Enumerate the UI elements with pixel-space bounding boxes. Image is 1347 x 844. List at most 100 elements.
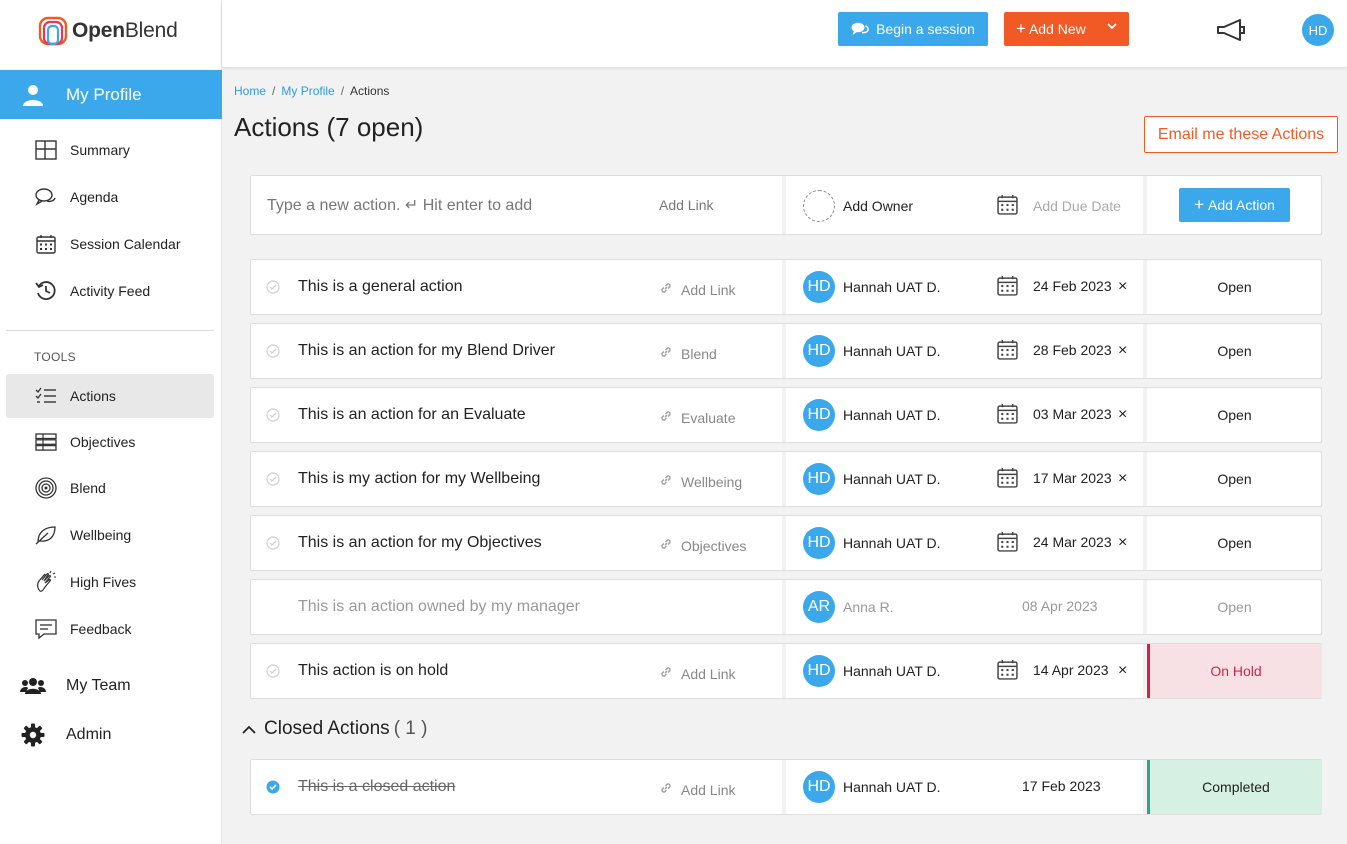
action-title[interactable]: This is an action for my Objectives [298, 534, 542, 552]
complete-check-icon[interactable] [266, 344, 280, 358]
due-date[interactable]: 24 Mar 2023 [1033, 534, 1112, 550]
complete-check-icon[interactable] [266, 280, 280, 294]
calendar-icon[interactable] [997, 403, 1018, 429]
owner-name[interactable]: Hannah UAT D. [843, 779, 941, 795]
megaphone-icon[interactable] [1216, 18, 1246, 47]
new-action-input[interactable]: Type a new action. ↵ Hit enter to add [267, 195, 532, 215]
action-title[interactable]: This is an action owned by my manager [298, 598, 580, 616]
complete-check-icon[interactable] [266, 536, 280, 550]
status-badge[interactable]: Open [1147, 260, 1322, 314]
email-actions-button[interactable]: Email me these Actions [1144, 116, 1338, 153]
status-badge[interactable]: Open [1147, 324, 1322, 378]
status-badge[interactable]: Open [1147, 452, 1322, 506]
add-owner-label[interactable]: Add Owner [843, 198, 913, 214]
add-action-button[interactable]: + Add Action [1179, 188, 1290, 222]
chevron-down-icon[interactable] [1107, 21, 1117, 33]
sidebar-item-actions[interactable]: Actions [6, 374, 214, 418]
complete-check-icon[interactable] [266, 408, 280, 422]
sidebar-my-profile-label: My Profile [66, 84, 142, 104]
action-link[interactable]: Blend [659, 345, 717, 362]
link-icon [659, 281, 681, 298]
sidebar-my-team-label: My Team [66, 677, 131, 694]
begin-session-button[interactable]: Begin a session [838, 12, 988, 46]
sidebar-item-summary[interactable]: Summary [6, 128, 214, 172]
breadcrumb-my-profile[interactable]: My Profile [281, 84, 334, 98]
due-date[interactable]: 03 Mar 2023 [1033, 406, 1112, 422]
action-title[interactable]: This action is on hold [298, 662, 448, 680]
add-due-date[interactable]: Add Due Date [1033, 198, 1121, 214]
breadcrumb-home[interactable]: Home [234, 84, 266, 98]
sidebar-item-objectives[interactable]: Objectives [6, 420, 214, 464]
status-badge[interactable]: Open [1147, 388, 1322, 442]
complete-check-icon[interactable] [266, 472, 280, 486]
clear-date-icon[interactable]: × [1118, 278, 1127, 296]
owner-name[interactable]: Hannah UAT D. [843, 471, 941, 487]
calendar-icon[interactable] [997, 467, 1018, 493]
sidebar-item-activity-feed[interactable]: Activity Feed [6, 269, 214, 313]
sidebar-admin[interactable]: Admin [0, 715, 222, 755]
clear-date-icon[interactable]: × [1118, 470, 1127, 488]
action-title[interactable]: This is a general action [298, 278, 463, 296]
due-date[interactable]: 24 Feb 2023 [1033, 278, 1112, 294]
action-title[interactable]: This is my action for my Wellbeing [298, 470, 540, 488]
clear-date-icon[interactable]: × [1118, 662, 1127, 680]
owner-avatar[interactable]: HD [803, 527, 835, 559]
closed-actions-toggle[interactable]: Closed Actions ( 1 ) [242, 718, 427, 740]
owner-avatar[interactable]: AR [803, 591, 835, 623]
action-title[interactable]: This is an action for an Evaluate [298, 406, 526, 424]
user-avatar[interactable]: HD [1302, 14, 1334, 46]
status-badge[interactable]: Completed [1147, 760, 1322, 814]
action-link[interactable]: Wellbeing [659, 473, 742, 490]
owner-name[interactable]: Hannah UAT D. [843, 407, 941, 423]
action-link[interactable]: Add Link [659, 281, 735, 298]
action-title[interactable]: This is a closed action [298, 778, 455, 796]
clear-date-icon[interactable]: × [1118, 406, 1127, 424]
sidebar-item-high-fives[interactable]: High Fives [6, 560, 214, 604]
owner-name[interactable]: Hannah UAT D. [843, 663, 941, 679]
completed-check-icon[interactable] [266, 780, 280, 794]
add-link[interactable]: Add Link [659, 197, 713, 213]
due-date[interactable]: 14 Apr 2023 [1033, 662, 1109, 678]
status-badge: Open [1217, 599, 1252, 615]
due-date[interactable]: 17 Mar 2023 [1033, 470, 1112, 486]
status-badge[interactable]: Open [1147, 516, 1322, 570]
status-badge[interactable]: On Hold [1147, 644, 1322, 698]
owner-avatar[interactable]: HD [803, 335, 835, 367]
sidebar-item-agenda[interactable]: Agenda [6, 175, 214, 219]
calendar-icon[interactable] [997, 531, 1018, 557]
plus-icon: + [1194, 195, 1204, 214]
action-link-label: Add Link [681, 781, 736, 798]
sidebar-my-team[interactable]: My Team [0, 666, 222, 706]
add-owner-avatar-placeholder[interactable] [803, 190, 835, 222]
owner-avatar[interactable]: HD [803, 271, 835, 303]
action-link[interactable]: Add Link [659, 665, 735, 682]
owner-name[interactable]: Anna R. [843, 599, 894, 615]
owner-name[interactable]: Hannah UAT D. [843, 343, 941, 359]
complete-check-icon[interactable] [266, 664, 280, 678]
sidebar-item-wellbeing[interactable]: Wellbeing [6, 513, 214, 557]
logo[interactable]: OpenBlend [38, 16, 178, 46]
calendar-icon [34, 232, 58, 256]
owner-name[interactable]: Hannah UAT D. [843, 535, 941, 551]
owner-avatar[interactable]: HD [803, 463, 835, 495]
action-link[interactable]: Evaluate [659, 409, 735, 426]
due-date[interactable]: 28 Feb 2023 [1033, 342, 1112, 358]
owner-avatar[interactable]: HD [803, 655, 835, 687]
clear-date-icon[interactable]: × [1118, 342, 1127, 360]
calendar-icon[interactable] [997, 339, 1018, 365]
calendar-icon[interactable] [997, 659, 1018, 685]
add-new-button[interactable]: + Add New [1004, 12, 1129, 46]
calendar-icon[interactable] [997, 275, 1018, 301]
action-link[interactable]: Objectives [659, 537, 746, 554]
owner-avatar[interactable]: HD [803, 771, 835, 803]
owner-name[interactable]: Hannah UAT D. [843, 279, 941, 295]
clear-date-icon[interactable]: × [1118, 534, 1127, 552]
sidebar-item-blend[interactable]: Blend [6, 466, 214, 510]
sidebar-item-session-calendar[interactable]: Session Calendar [6, 222, 214, 266]
sidebar-item-feedback[interactable]: Feedback [6, 607, 214, 651]
owner-avatar[interactable]: HD [803, 399, 835, 431]
sidebar-my-profile[interactable]: My Profile [0, 70, 222, 119]
action-link[interactable]: Add Link [659, 781, 735, 798]
calendar-icon[interactable] [997, 194, 1018, 220]
action-title[interactable]: This is an action for my Blend Driver [298, 342, 555, 360]
